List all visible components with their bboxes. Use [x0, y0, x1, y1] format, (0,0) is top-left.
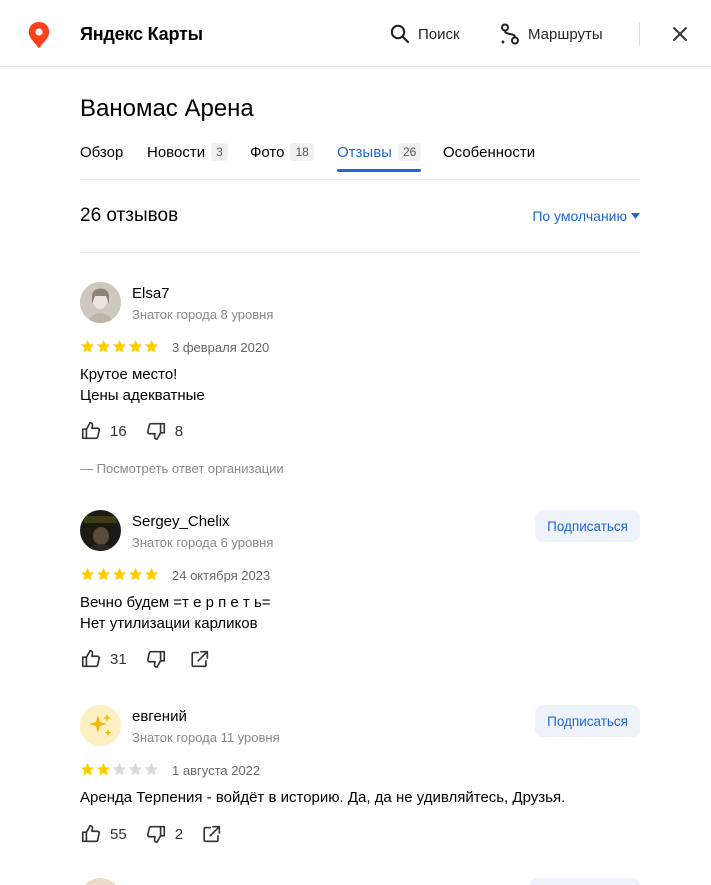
- author-level: Знаток города 8 уровня: [132, 307, 274, 322]
- like-button[interactable]: 55: [80, 823, 127, 845]
- tab-count-badge: 3: [211, 143, 228, 161]
- star-empty-icon: [112, 762, 127, 776]
- divider: [639, 22, 640, 46]
- avatar-image: [80, 510, 121, 551]
- share-icon: [203, 825, 221, 843]
- avatar[interactable]: [80, 282, 121, 323]
- tab-count-badge: 26: [397, 143, 422, 161]
- like-count: 55: [110, 825, 127, 843]
- dislike-count: 8: [174, 422, 184, 440]
- subscribe-button[interactable]: [530, 878, 640, 885]
- thumbs-up-icon: [81, 421, 101, 440]
- close-icon[interactable]: [669, 23, 691, 45]
- tab-label: Обзор: [80, 143, 124, 161]
- star-filled-icon: [80, 567, 95, 581]
- share-button[interactable]: [189, 648, 211, 670]
- review-text: Крутое место! Цены адекватные: [80, 366, 205, 404]
- tab-features[interactable]: Особенности: [443, 141, 535, 163]
- author-level: Знаток города 6 уровня: [132, 535, 274, 550]
- like-button[interactable]: 31: [80, 648, 127, 670]
- subscribe-button[interactable]: Подписаться: [535, 510, 640, 542]
- star-filled-icon: [112, 339, 127, 353]
- thumbs-down-icon: [146, 422, 165, 441]
- route-icon: [501, 23, 519, 45]
- star-filled-icon: [96, 567, 111, 581]
- divider: [80, 179, 640, 180]
- reviews-count-heading: 26 отзывов: [80, 205, 179, 226]
- thumbs-up-icon: [81, 649, 101, 668]
- dislike-count: 2: [174, 825, 184, 843]
- review-actions: 16 8: [80, 420, 201, 442]
- avatar[interactable]: [80, 878, 121, 885]
- review-date: 3 февраля 2020: [172, 340, 270, 355]
- routes-button[interactable]: Маршруты: [500, 22, 603, 46]
- avatar[interactable]: [80, 705, 121, 746]
- share-icon: [191, 650, 208, 668]
- share-button[interactable]: [201, 823, 223, 845]
- rating-stars: [80, 762, 159, 777]
- star-filled-icon: [96, 339, 111, 353]
- like-count: 31: [110, 650, 127, 668]
- star-filled-icon: [144, 339, 159, 353]
- star-filled-icon: [96, 762, 111, 776]
- caret-down-icon: [631, 212, 640, 219]
- routes-label: Маршруты: [528, 25, 603, 43]
- sort-dropdown[interactable]: По умолчанию: [532, 208, 640, 224]
- search-icon: [390, 24, 410, 44]
- review-text: Аренда Терпения - войдёт в историю. Да, …: [80, 789, 566, 806]
- tab-count-badge: 18: [290, 143, 314, 161]
- dislike-button[interactable]: 8: [145, 420, 183, 442]
- author-name[interactable]: Sergey_Chelix: [132, 513, 230, 530]
- review-text: Вечно будем =т е р п е т ь= Нет утилизац…: [80, 594, 271, 632]
- review-actions: 55 2: [80, 823, 241, 845]
- star-filled-icon: [128, 339, 143, 353]
- yandex-maps-logo-icon[interactable]: [28, 22, 50, 48]
- subscribe-button[interactable]: Подписаться: [535, 705, 640, 737]
- divider: [80, 252, 640, 253]
- sparkles-avatar-icon: [80, 705, 121, 746]
- tab-label: Фото: [250, 143, 285, 161]
- top-bar: Яндекс Карты Поиск Маршруты: [0, 0, 711, 67]
- author-level: Знаток города 11 уровня: [132, 730, 280, 745]
- star-filled-icon: [112, 567, 127, 581]
- review-actions: 31: [80, 648, 229, 670]
- star-filled-icon: [128, 567, 143, 581]
- thumbs-down-icon: [146, 650, 165, 669]
- author-name[interactable]: Elsa7: [132, 285, 170, 302]
- star-filled-icon: [80, 762, 95, 776]
- avatar[interactable]: [80, 510, 121, 551]
- avatar-image: [80, 282, 121, 323]
- tab-news[interactable]: Новости 3: [147, 141, 228, 163]
- tab-reviews[interactable]: Отзывы 26: [337, 141, 422, 172]
- rating-stars: [80, 567, 159, 582]
- star-filled-icon: [144, 567, 159, 581]
- review-date: 1 августа 2022: [172, 763, 261, 778]
- search-button[interactable]: Поиск: [390, 22, 460, 46]
- star-empty-icon: [144, 762, 159, 776]
- tab-photo[interactable]: Фото 18: [250, 141, 314, 163]
- view-org-answer-link[interactable]: — Посмотреть ответ организации: [80, 461, 284, 476]
- thumbs-down-icon: [146, 825, 165, 844]
- tab-label: Особенности: [443, 143, 536, 161]
- tab-label: Отзывы: [337, 143, 392, 161]
- tab-overview[interactable]: Обзор: [80, 141, 123, 163]
- dislike-button[interactable]: [145, 648, 167, 670]
- rating-stars: [80, 339, 159, 354]
- like-count: 16: [110, 422, 127, 440]
- search-label: Поиск: [418, 25, 460, 43]
- star-empty-icon: [128, 762, 143, 776]
- thumbs-up-icon: [81, 824, 101, 843]
- dislike-button[interactable]: 2: [145, 823, 183, 845]
- author-name[interactable]: евгений: [132, 708, 187, 725]
- app-title[interactable]: Яндекс Карты: [80, 24, 203, 45]
- place-title: Ваномас Арена: [80, 95, 254, 122]
- star-filled-icon: [80, 339, 95, 353]
- like-button[interactable]: 16: [80, 420, 127, 442]
- sort-label: По умолчанию: [532, 208, 627, 224]
- tab-label: Новости: [147, 143, 206, 161]
- review-date: 24 октября 2023: [172, 568, 271, 583]
